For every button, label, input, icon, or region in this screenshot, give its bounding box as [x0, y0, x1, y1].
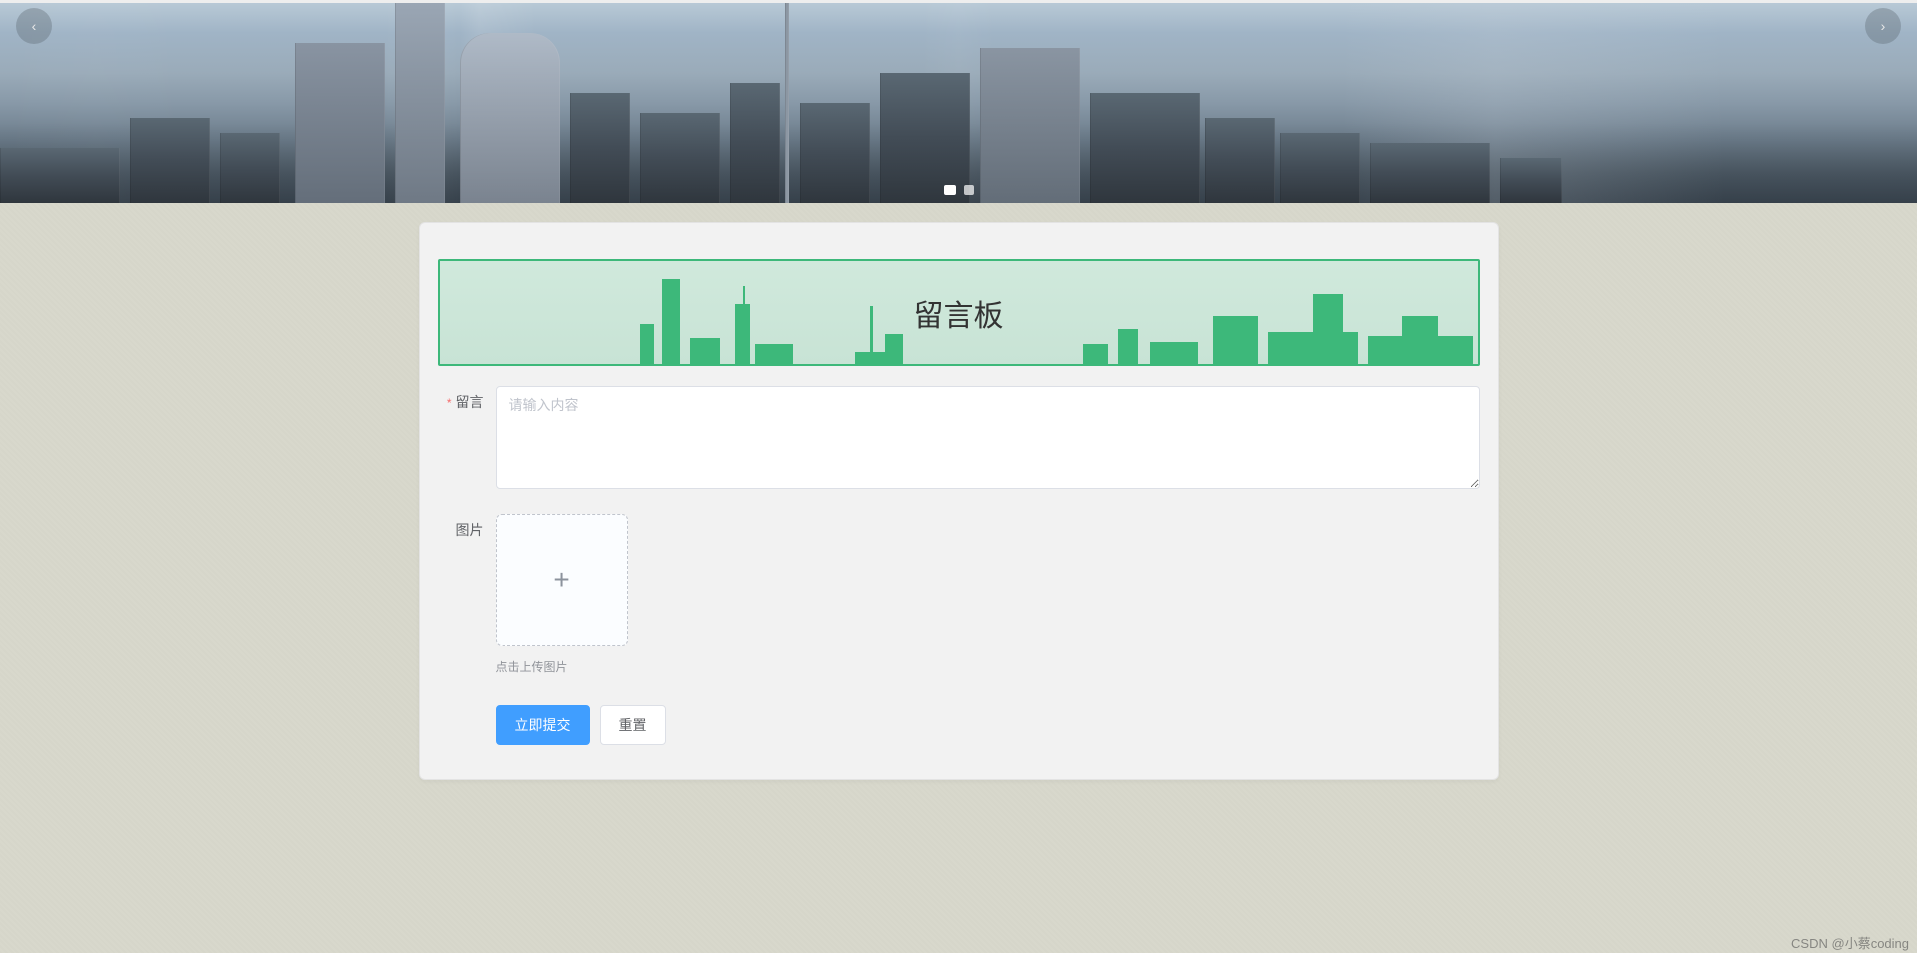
message-label: * 留言 [438, 386, 496, 494]
form-item-message: * 留言 [438, 386, 1480, 494]
title-decoration [1313, 294, 1343, 364]
image-upload-box[interactable]: + [496, 514, 628, 646]
plus-icon: + [553, 564, 569, 596]
image-label-text: 图片 [456, 522, 484, 538]
page-title: 留言板 [914, 291, 1004, 335]
skyline-decoration [1090, 93, 1200, 203]
skyline-decoration [640, 113, 720, 203]
form-buttons: 立即提交 重置 [496, 705, 1480, 745]
skyline-decoration [0, 148, 120, 203]
title-decoration [743, 286, 745, 364]
title-decoration [885, 334, 903, 364]
skyline-decoration [1280, 133, 1360, 203]
skyline-decoration [570, 93, 630, 203]
skyline-decoration [1500, 158, 1562, 203]
title-decoration [870, 306, 873, 364]
skyline-decoration [880, 73, 970, 203]
skyline-decoration [785, 3, 789, 203]
skyline-decoration [1370, 143, 1490, 203]
title-decoration [1118, 329, 1138, 364]
chevron-right-icon: › [1881, 18, 1886, 34]
skyline-decoration [460, 33, 560, 203]
reset-button[interactable]: 重置 [600, 705, 666, 745]
skyline-decoration [220, 133, 280, 203]
title-decoration [640, 324, 654, 364]
chevron-left-icon: ‹ [32, 18, 37, 34]
carousel-indicators [944, 185, 974, 195]
watermark: CSDN @小蔡coding [1791, 933, 1909, 952]
skyline-decoration [1205, 118, 1275, 203]
skyline-decoration [395, 3, 445, 203]
title-decoration [1083, 344, 1108, 364]
title-decoration [755, 344, 793, 364]
carousel-next-button[interactable]: › [1865, 8, 1901, 44]
title-decoration [662, 279, 680, 364]
form-item-image: 图片 + 点击上传图片 [438, 514, 1480, 675]
image-label: 图片 [438, 514, 496, 675]
title-panel: 留言板 [438, 259, 1480, 366]
image-field-wrapper: + 点击上传图片 [496, 514, 1480, 675]
carousel-indicator-2[interactable] [964, 185, 974, 195]
title-decoration [1213, 316, 1258, 364]
hero-carousel: ‹ › [0, 0, 1917, 203]
upload-tip: 点击上传图片 [496, 658, 1480, 675]
title-decoration [1402, 316, 1438, 364]
carousel-prev-button[interactable]: ‹ [16, 8, 52, 44]
message-textarea[interactable] [496, 386, 1480, 489]
skyline-decoration [295, 43, 385, 203]
required-mark: * [447, 396, 452, 410]
title-decoration [1150, 342, 1198, 364]
message-label-text: 留言 [456, 394, 484, 410]
skyline-decoration [730, 83, 780, 203]
message-field-wrapper [496, 386, 1480, 494]
title-decoration [690, 338, 720, 364]
skyline-decoration [800, 103, 870, 203]
message-form: * 留言 图片 + 点击上传图片 立即提交 重置 [438, 386, 1480, 745]
skyline-decoration [130, 118, 210, 203]
message-board-card: 留言板 * 留言 图片 + 点击上传图片 立即提交 重置 [419, 222, 1499, 780]
carousel-indicator-1[interactable] [944, 185, 956, 195]
skyline-decoration [980, 48, 1080, 203]
submit-button[interactable]: 立即提交 [496, 705, 590, 745]
